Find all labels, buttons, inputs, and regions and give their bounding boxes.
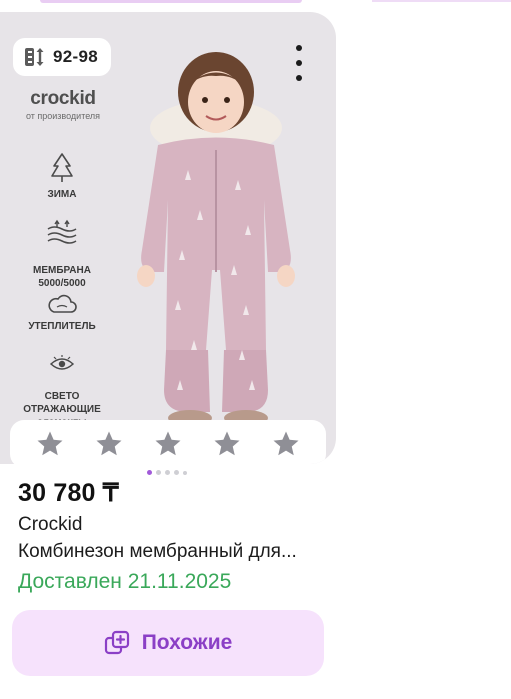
feature-label: УТЕПЛИТЕЛЬ	[28, 321, 96, 332]
tree-icon	[51, 153, 73, 182]
rating-stars[interactable]	[10, 420, 326, 464]
product-price: 30 780 ₸	[18, 479, 119, 507]
star-icon[interactable]	[35, 429, 65, 459]
similar-button-label: Похожие	[141, 631, 233, 654]
star-icon[interactable]	[271, 429, 301, 459]
brand-logo-text: crockid	[30, 88, 96, 109]
size-badge: 92-98	[13, 38, 111, 76]
feature-membrane: МЕМБРАНА 5000/5000	[14, 206, 110, 290]
product-title[interactable]: Комбинезон мембранный для...	[18, 541, 297, 563]
star-icon[interactable]	[94, 429, 124, 459]
carousel-pagination	[147, 470, 187, 475]
feature-reflective: СВЕТО ОТРАЖАЮЩИЕ элементы	[14, 342, 110, 429]
page-dot	[174, 470, 179, 475]
cloud-icon	[48, 294, 77, 313]
size-height-icon	[25, 48, 44, 66]
star-icon[interactable]	[212, 429, 242, 459]
adjacent-card-edge	[372, 0, 511, 2]
product-image-carousel[interactable]: 92-98 crockid от производителя ЗИМА МЕМБ…	[0, 12, 336, 464]
page-dot	[165, 470, 170, 475]
page-dot	[183, 470, 187, 475]
membrane-icon	[47, 219, 77, 244]
feature-winter: ЗИМА	[14, 152, 110, 201]
feature-label: ЗИМА	[47, 189, 77, 200]
feature-label: МЕМБРАНА 5000/5000	[33, 265, 91, 289]
product-brand[interactable]: Crockid	[18, 514, 82, 536]
star-icon[interactable]	[153, 429, 183, 459]
brand-logo-subtitle: от производителя	[25, 111, 101, 121]
similar-copy-icon	[104, 630, 129, 655]
page-dot-active	[147, 470, 152, 475]
similar-products-button[interactable]: Похожие	[12, 610, 324, 676]
product-photo-child-in-overalls	[137, 52, 295, 426]
previous-card-edge	[40, 0, 302, 3]
brand-logo: crockid от производителя	[14, 88, 112, 121]
size-range: 92-98	[53, 47, 98, 66]
eye-icon	[49, 355, 75, 370]
feature-insulation: УТЕПЛИТЕЛЬ	[14, 292, 110, 333]
page-dot	[156, 470, 161, 475]
delivery-status: Доставлен 21.11.2025	[18, 570, 232, 593]
